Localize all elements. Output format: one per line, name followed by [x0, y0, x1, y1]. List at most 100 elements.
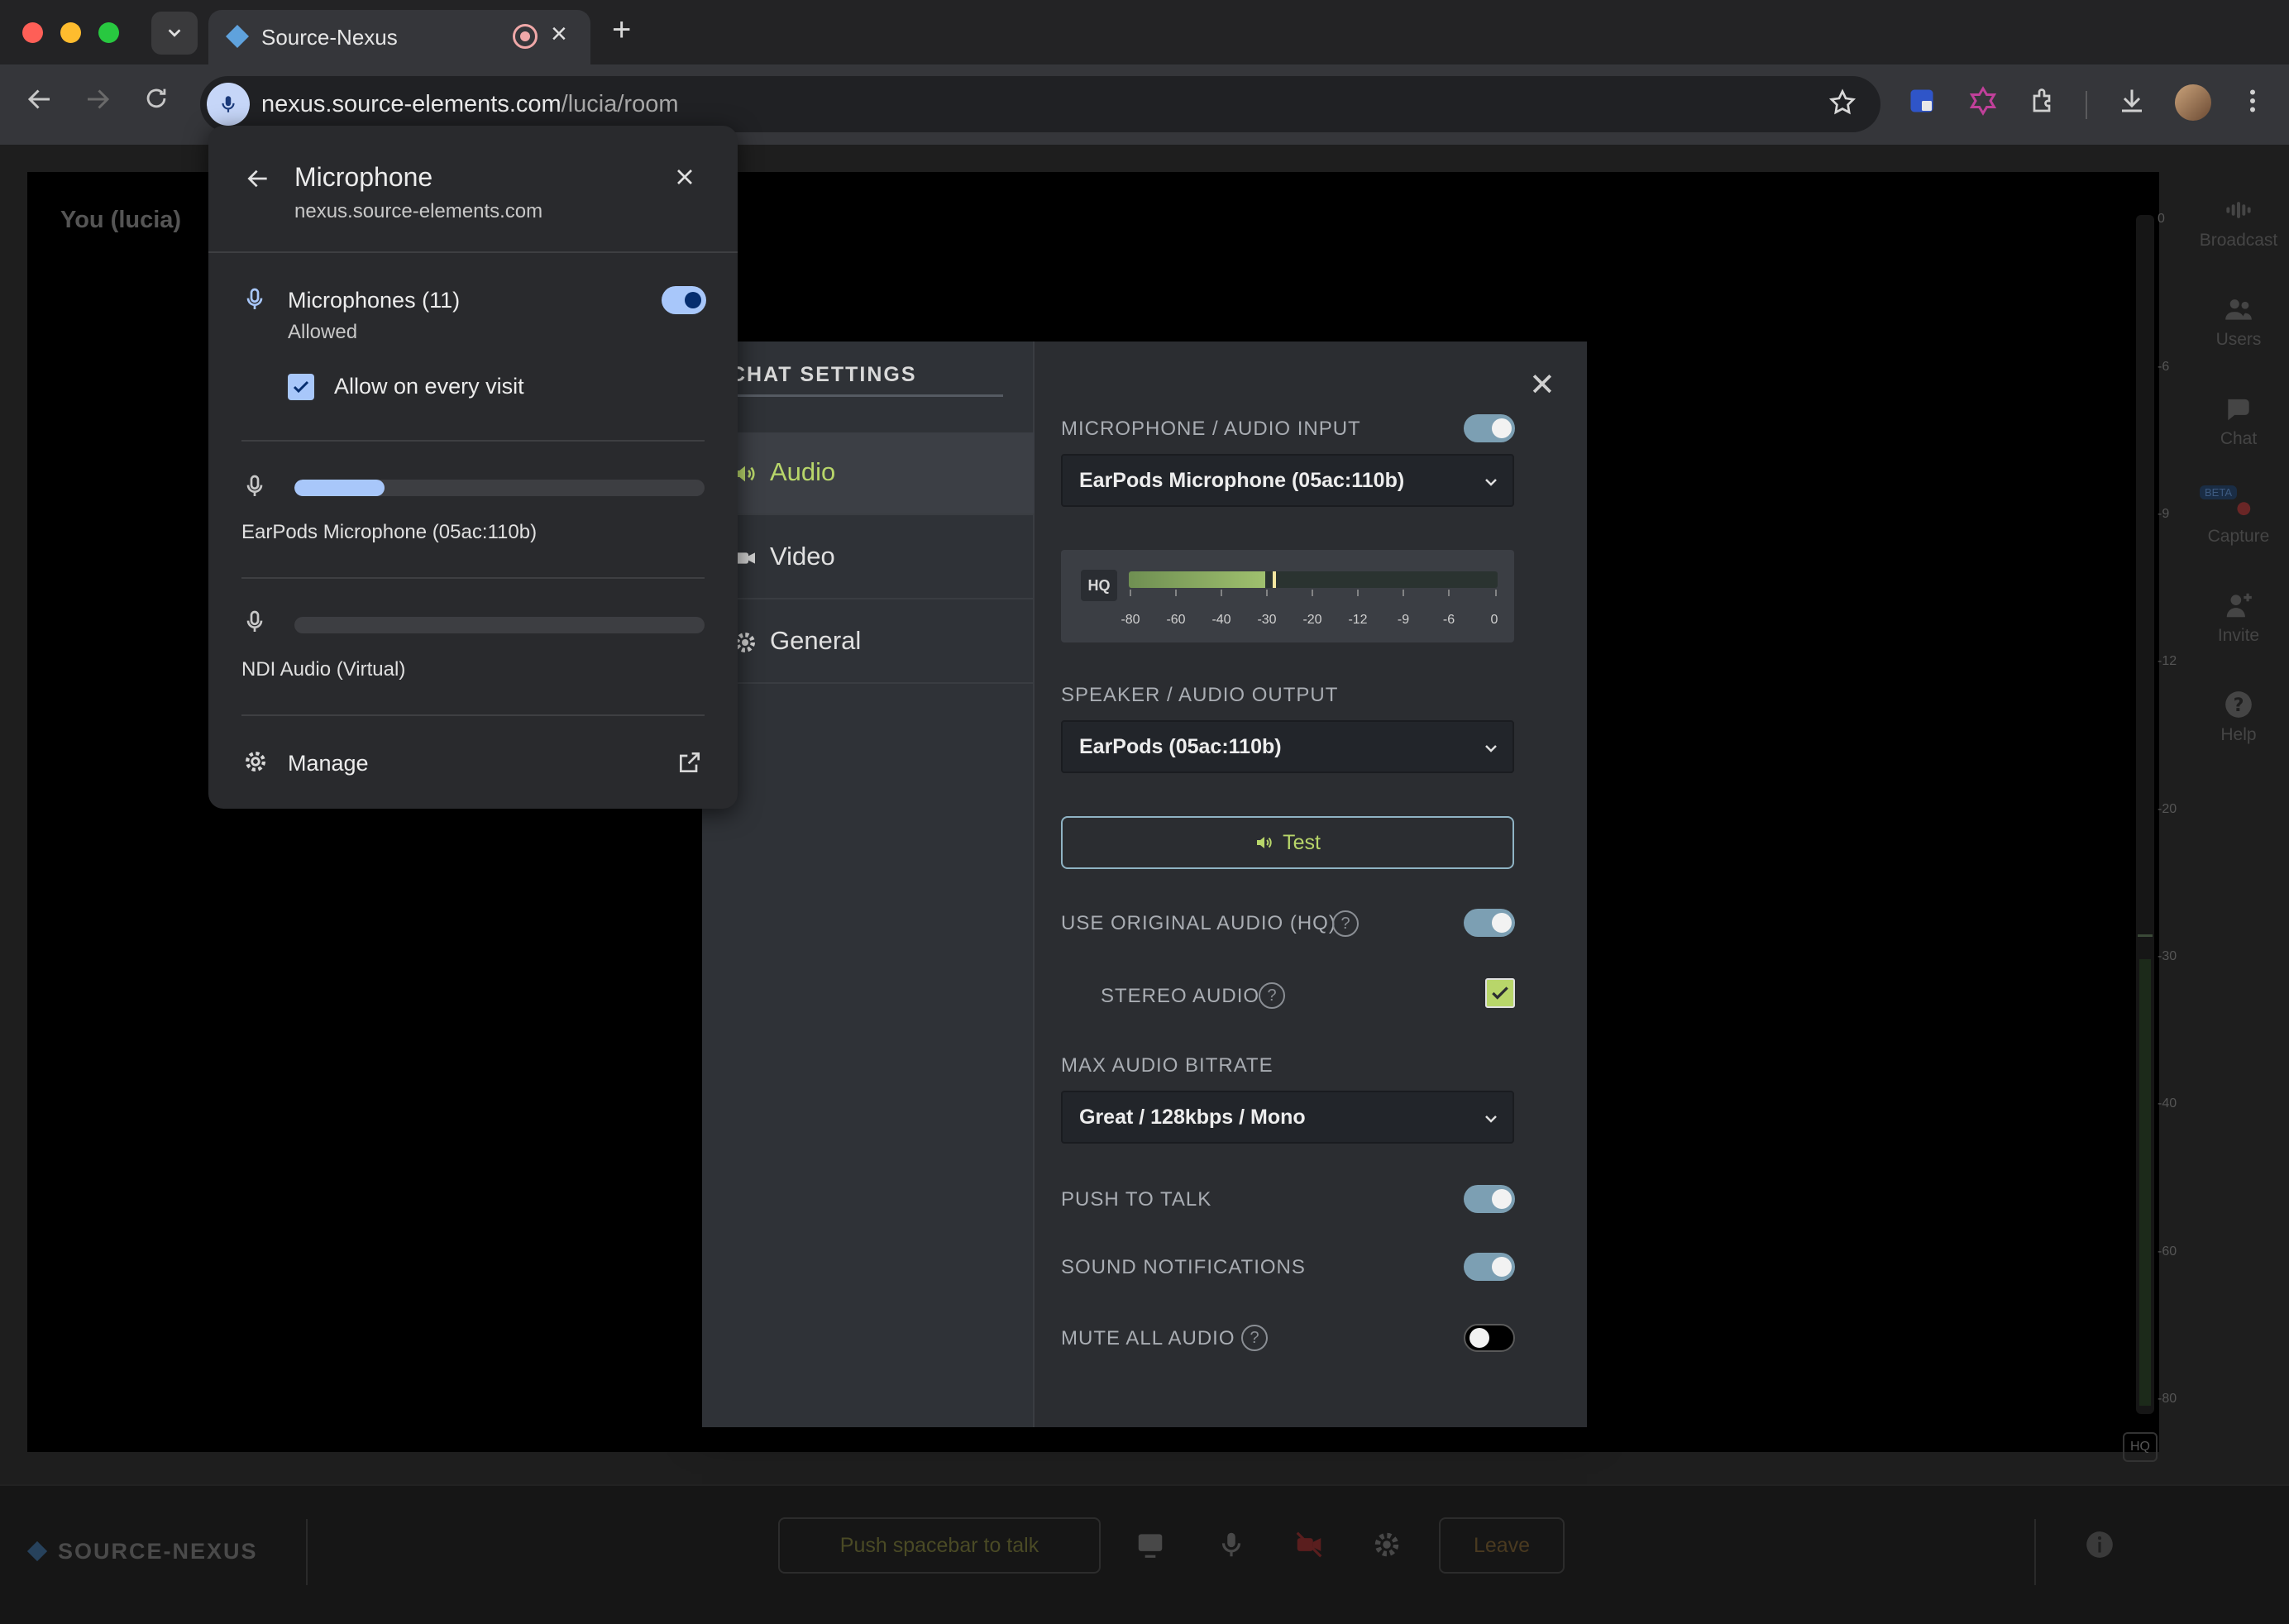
sidenav-item-broadcast[interactable]: Broadcast — [2188, 194, 2289, 251]
tab-label: General — [770, 626, 862, 655]
reload-icon[interactable] — [142, 84, 170, 112]
extension-star-icon[interactable] — [1968, 86, 1998, 116]
tab-label: Video — [770, 542, 835, 571]
microphone-icon — [246, 288, 263, 309]
popup-divider — [241, 714, 705, 716]
hq-badge[interactable]: HQ — [2123, 1432, 2158, 1462]
tab-close-icon[interactable]: × — [551, 18, 567, 50]
microphones-group-label: Microphones (11) — [288, 288, 461, 313]
sidenav-label: Invite — [2217, 626, 2260, 645]
window-close-button[interactable] — [22, 22, 43, 43]
hq-badge[interactable]: HQ — [1081, 570, 1117, 601]
kebab-menu-icon[interactable] — [2238, 86, 2267, 116]
window-zoom-button[interactable] — [98, 22, 119, 43]
select-value: EarPods (05ac:110b) — [1079, 735, 1282, 758]
camera-off-icon[interactable] — [1293, 1529, 1325, 1560]
close-icon[interactable]: ✕ — [1529, 366, 1555, 404]
sidenav-label: Chat — [2220, 429, 2258, 448]
mic-input-select[interactable]: EarPods Microphone (05ac:110b) — [1061, 454, 1514, 507]
permission-status: Allowed — [288, 321, 358, 343]
bookmark-star-icon[interactable] — [1828, 88, 1857, 117]
chevron-down-icon — [1485, 1115, 1497, 1123]
screen-share-icon[interactable] — [1135, 1529, 1166, 1560]
new-tab-button[interactable]: + — [612, 12, 631, 49]
speaker-output-select[interactable]: EarPods (05ac:110b) — [1061, 720, 1514, 773]
meter-scale-label: -80 — [1121, 613, 1140, 627]
meter-ticks — [1130, 590, 1497, 596]
original-audio-toggle[interactable] — [1464, 909, 1515, 937]
meter-fill — [1129, 571, 1266, 588]
sidenav-item-capture[interactable]: BETA Capture — [2188, 485, 2289, 547]
diamond-logo-icon — [26, 1540, 48, 1562]
settings-tab-video[interactable]: Video — [702, 517, 1035, 599]
leave-button[interactable]: Leave — [1439, 1517, 1565, 1574]
tab-search-button[interactable] — [151, 12, 198, 55]
external-link-icon[interactable] — [676, 749, 703, 776]
device-level-bar — [294, 617, 705, 633]
address-bar[interactable]: nexus.source-elements.com/lucia/room — [200, 76, 1880, 132]
users-icon — [2225, 299, 2252, 320]
device-name[interactable]: EarPods Microphone (05ac:110b) — [241, 521, 537, 544]
info-icon[interactable] — [2084, 1529, 2115, 1560]
sidenav-label: Broadcast — [2199, 231, 2278, 250]
extensions-puzzle-icon[interactable] — [2029, 86, 2059, 116]
bitwarden-extension-icon[interactable] — [1907, 86, 1937, 116]
push-to-talk-button[interactable]: Push spacebar to talk — [778, 1517, 1101, 1574]
browser-tab[interactable]: Source-Nexus × — [208, 10, 590, 64]
mute-all-toggle[interactable] — [1464, 1324, 1515, 1352]
sidenav-item-users[interactable]: Users — [2188, 294, 2289, 350]
back-arrow-icon[interactable] — [25, 84, 55, 114]
push-to-talk-toggle[interactable] — [1464, 1185, 1515, 1213]
microphone-permission-popup: Microphone nexus.source-elements.com Mic… — [208, 126, 738, 809]
meter-peak — [1272, 571, 1276, 588]
bitrate-select[interactable]: Great / 128kbps / Mono — [1061, 1091, 1514, 1144]
tab-title: Source-Nexus — [261, 25, 398, 50]
profile-avatar[interactable] — [2175, 84, 2211, 121]
close-icon[interactable] — [671, 164, 698, 190]
self-label: You (lucia) — [60, 207, 182, 233]
sound-notifications-toggle[interactable] — [1464, 1253, 1515, 1281]
settings-tab-audio[interactable]: Audio — [702, 432, 1035, 515]
sidenav-item-chat[interactable]: Chat — [2188, 393, 2289, 449]
help-circle-icon[interactable]: ? — [1332, 910, 1359, 937]
downloads-icon[interactable] — [2117, 86, 2147, 116]
sidenav-item-invite[interactable]: Invite — [2188, 590, 2289, 646]
device-level-bar — [294, 480, 705, 496]
checkmark-icon — [1492, 986, 1508, 1000]
microphone-toggle-icon[interactable] — [1216, 1529, 1247, 1560]
microphone-permission-toggle[interactable] — [662, 286, 706, 314]
manage-link[interactable]: Manage — [288, 751, 369, 776]
forward-arrow-icon[interactable] — [83, 84, 112, 114]
chat-icon — [2228, 399, 2249, 421]
test-speaker-button[interactable]: Test — [1061, 816, 1514, 869]
test-label: Test — [1283, 830, 1321, 854]
invite-icon — [2226, 593, 2252, 618]
stereo-audio-label: STEREO AUDIO — [1101, 985, 1260, 1007]
browser-titlebar: Source-Nexus × + — [0, 0, 2289, 64]
brand-name: SOURCE-NEXUS — [58, 1539, 258, 1564]
svg-text:?: ? — [2234, 695, 2244, 716]
back-arrow-icon[interactable] — [245, 165, 271, 192]
vu-scale-label: -40 — [2158, 1096, 2177, 1111]
stereo-audio-checkbox[interactable] — [1485, 978, 1515, 1008]
vu-scale-label: -20 — [2158, 802, 2177, 816]
settings-gear-icon[interactable] — [1371, 1529, 1403, 1560]
toolbar-divider — [2086, 91, 2087, 119]
chevron-down-icon — [1485, 745, 1497, 752]
mic-input-toggle[interactable] — [1464, 414, 1515, 442]
input-level-meter: HQ -80 -60 -40 -30 -20 -12 -9 -6 0 — [1061, 550, 1514, 642]
sidenav-item-help[interactable]: ? Help — [2188, 689, 2289, 745]
checkmark-icon — [293, 380, 309, 394]
device-name[interactable]: NDI Audio (Virtual) — [241, 658, 405, 681]
microphone-icon — [222, 96, 235, 112]
chevron-down-icon — [168, 29, 181, 37]
site-microphone-button[interactable] — [207, 83, 250, 126]
help-circle-icon[interactable]: ? — [1259, 982, 1285, 1009]
help-circle-icon[interactable]: ? — [1241, 1325, 1268, 1351]
settings-tab-general[interactable]: General — [702, 601, 1035, 684]
bottombar-divider — [306, 1519, 308, 1585]
window-minimize-button[interactable] — [60, 22, 81, 43]
gear-icon — [245, 751, 266, 772]
allow-every-visit-checkbox[interactable] — [288, 374, 314, 400]
vu-scale-label: -80 — [2158, 1392, 2177, 1406]
